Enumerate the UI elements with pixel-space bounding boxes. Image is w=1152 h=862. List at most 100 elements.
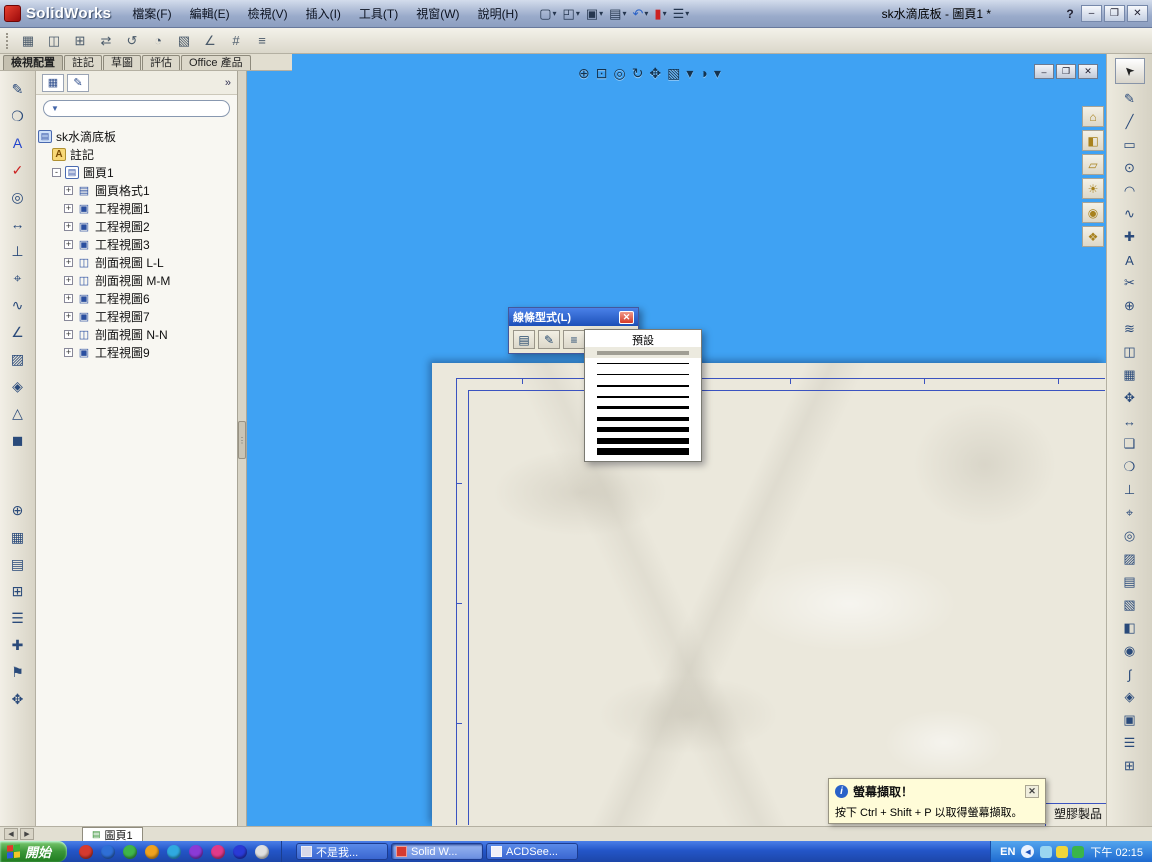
featuremanager-tab[interactable]: ▦ bbox=[42, 73, 64, 92]
clock[interactable]: 下午 02:15 bbox=[1090, 844, 1143, 860]
line-weight-option[interactable] bbox=[585, 358, 701, 369]
view-tool-icon[interactable]: ✥ bbox=[649, 65, 661, 82]
tray-icon[interactable] bbox=[1040, 845, 1053, 858]
quick-launch-icon[interactable] bbox=[101, 844, 116, 859]
view-setting-icon[interactable]: ⌂ bbox=[1082, 106, 1104, 127]
toolbar-button[interactable]: ▤ ▾ bbox=[607, 4, 628, 24]
view-tool-icon[interactable]: ⊡ bbox=[596, 65, 608, 82]
quick-launch-icon[interactable] bbox=[145, 844, 160, 859]
close-button[interactable]: ✕ bbox=[1127, 5, 1148, 22]
line-weight-option[interactable] bbox=[585, 391, 701, 402]
drawing-tool-icon[interactable]: ≋ bbox=[1117, 318, 1143, 340]
view-tool-icon[interactable]: ▾ bbox=[714, 65, 721, 82]
quick-launch-icon[interactable] bbox=[233, 844, 248, 859]
expand-icon[interactable]: + bbox=[64, 311, 73, 321]
quick-launch-icon[interactable] bbox=[123, 844, 138, 859]
expand-icon[interactable]: + bbox=[64, 257, 73, 267]
drawing-tool-icon[interactable]: ╱ bbox=[1117, 111, 1143, 133]
tree-item[interactable]: + ▣ 工程視圖7 bbox=[38, 307, 235, 325]
drawing-tool-icon[interactable]: ⊞ bbox=[1117, 755, 1143, 777]
annotation-tool-icon[interactable]: ✓ bbox=[5, 158, 31, 182]
expand-icon[interactable]: + bbox=[64, 347, 73, 357]
menu-item[interactable]: 檔案(F) bbox=[123, 1, 180, 26]
taskbar-button[interactable]: Solid W... bbox=[391, 843, 484, 860]
drawing-tool-icon[interactable]: ▣ bbox=[1117, 709, 1143, 731]
toolbar-icon[interactable]: ≡ bbox=[251, 31, 273, 51]
drawing-tool-icon[interactable]: ❑ bbox=[1117, 433, 1143, 455]
tree-item[interactable]: + ▣ 工程視圖3 bbox=[38, 235, 235, 253]
annotation-tool-icon[interactable]: A bbox=[5, 131, 31, 155]
drawing-tool-icon[interactable]: ⌖ bbox=[1117, 502, 1143, 524]
drawing-tool-icon[interactable]: ☰ bbox=[1117, 732, 1143, 754]
toolbar-icon[interactable]: ↺ bbox=[121, 31, 143, 51]
command-tab[interactable]: 評估 bbox=[142, 55, 180, 70]
menu-item[interactable]: 編輯(E) bbox=[181, 1, 239, 26]
annotation-tool-icon[interactable]: ◈ bbox=[5, 374, 31, 398]
maximize-button[interactable]: ❐ bbox=[1104, 5, 1125, 22]
table-tool-icon[interactable]: ☰ bbox=[5, 606, 31, 630]
sheet-nav-right[interactable]: ▶ bbox=[20, 828, 34, 840]
annotation-tool-icon[interactable]: ∿ bbox=[5, 293, 31, 317]
view-setting-icon[interactable]: ▱ bbox=[1082, 154, 1104, 175]
toolbar-icon[interactable]: ◔ bbox=[147, 31, 169, 51]
drawing-tool-icon[interactable]: ▧ bbox=[1117, 594, 1143, 616]
line-style-button[interactable]: ≡ bbox=[563, 330, 585, 349]
line-weight-option[interactable] bbox=[585, 413, 701, 424]
drawing-tool-icon[interactable]: ▦ bbox=[1117, 364, 1143, 386]
sheet-tab[interactable]: ▤ 圖頁1 bbox=[82, 827, 143, 842]
chevron-down-icon[interactable]: ▾ bbox=[576, 9, 580, 18]
line-weight-option[interactable] bbox=[585, 347, 701, 358]
drawing-tool-icon[interactable]: ∿ bbox=[1117, 203, 1143, 225]
drawing-tool-icon[interactable]: ◈ bbox=[1117, 686, 1143, 708]
tree-item[interactable]: + ▣ 工程視圖1 bbox=[38, 199, 235, 217]
minimize-button[interactable]: – bbox=[1081, 5, 1102, 22]
drawing-tool-icon[interactable]: ▤ bbox=[1117, 571, 1143, 593]
command-tab[interactable]: 檢視配置 bbox=[3, 55, 63, 70]
tree-item-sheet[interactable]: - ▤ 圖頁1 bbox=[38, 163, 235, 181]
tree-item[interactable]: + ◫ 剖面視圖 L-L bbox=[38, 253, 235, 271]
language-indicator[interactable]: EN bbox=[1000, 846, 1015, 858]
quick-launch-icon[interactable] bbox=[79, 844, 94, 859]
table-tool-icon[interactable]: ⚑ bbox=[5, 660, 31, 684]
doc-minimize-button[interactable]: – bbox=[1034, 64, 1054, 79]
drawing-tool-icon[interactable]: ✚ bbox=[1117, 226, 1143, 248]
drawing-tool-icon[interactable]: ⊙ bbox=[1117, 157, 1143, 179]
quick-launch-icon[interactable] bbox=[189, 844, 204, 859]
menu-item[interactable]: 工具(T) bbox=[350, 1, 407, 26]
menu-item[interactable]: 插入(I) bbox=[297, 1, 350, 26]
quick-launch-icon[interactable] bbox=[255, 844, 270, 859]
line-style-button[interactable]: ▤ bbox=[513, 330, 535, 349]
toolbar-button[interactable]: ↶ ▾ bbox=[630, 4, 650, 24]
table-tool-icon[interactable]: ✚ bbox=[5, 633, 31, 657]
tree-item[interactable]: + ▣ 工程視圖9 bbox=[38, 343, 235, 361]
drawing-tool-icon[interactable]: A bbox=[1117, 249, 1143, 271]
line-style-button[interactable]: ✎ bbox=[538, 330, 560, 349]
table-tool-icon[interactable]: ▦ bbox=[5, 525, 31, 549]
tree-item-annotations[interactable]: A 註記 bbox=[38, 145, 235, 163]
table-tool-icon[interactable]: ⊞ bbox=[5, 579, 31, 603]
chevron-right-icon[interactable]: » bbox=[225, 77, 231, 89]
doc-restore-button[interactable]: ❐ bbox=[1056, 64, 1076, 79]
chevron-down-icon[interactable]: ▾ bbox=[644, 9, 648, 18]
expand-icon[interactable]: + bbox=[64, 293, 73, 303]
drawing-tool-icon[interactable]: ✂ bbox=[1117, 272, 1143, 294]
drawing-tool-icon[interactable]: ◠ bbox=[1117, 180, 1143, 202]
menu-item[interactable]: 視窗(W) bbox=[407, 1, 468, 26]
expand-icon[interactable]: + bbox=[64, 185, 73, 195]
toolbar-icon[interactable]: ⊞ bbox=[69, 31, 91, 51]
drawing-tool-icon[interactable]: ✥ bbox=[1117, 387, 1143, 409]
annotation-tool-icon[interactable]: ∠ bbox=[5, 320, 31, 344]
tree-root[interactable]: ▤ sk水滴底板 bbox=[38, 127, 235, 145]
doc-close-button[interactable]: ✕ bbox=[1078, 64, 1098, 79]
command-tab[interactable]: Office 產品 bbox=[181, 55, 251, 70]
expand-icon[interactable]: + bbox=[64, 329, 73, 339]
collapse-icon[interactable]: - bbox=[52, 167, 61, 177]
notification-close-button[interactable]: ✕ bbox=[1025, 785, 1039, 798]
splitter-handle[interactable]: ⋮ bbox=[238, 421, 246, 459]
drawing-tool-icon[interactable]: ▭ bbox=[1117, 134, 1143, 156]
annotation-tool-icon[interactable]: ◼ bbox=[5, 428, 31, 452]
toolbar-button[interactable]: ▢ ▾ bbox=[537, 4, 558, 24]
chevron-down-icon[interactable]: ▾ bbox=[599, 9, 603, 18]
expand-icon[interactable]: + bbox=[64, 275, 73, 285]
toolbar-icon[interactable]: ∠ bbox=[199, 31, 221, 51]
